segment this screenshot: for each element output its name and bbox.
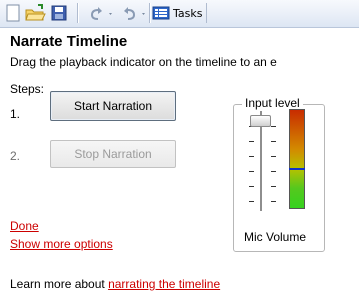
learn-more-prefix: Learn more about: [10, 277, 109, 291]
input-level-indicator: [289, 167, 305, 170]
step-2-number: 2.: [10, 149, 21, 163]
steps-label: Steps:: [10, 82, 45, 96]
redo-icon[interactable]: [118, 2, 150, 24]
slider-tick: [271, 141, 276, 142]
undo-icon[interactable]: [84, 2, 116, 24]
slider-tick: [249, 171, 254, 172]
start-narration-button[interactable]: Start Narration: [50, 91, 176, 121]
tasks-tab[interactable]: Tasks: [152, 2, 359, 24]
input-level-title: Input level: [242, 96, 303, 110]
stop-narration-button: Stop Narration: [50, 140, 176, 168]
slider-tick: [271, 186, 276, 187]
slider-tick: [271, 201, 276, 202]
toolbar-separator: [77, 3, 79, 23]
mic-volume-label: Mic Volume: [244, 230, 307, 244]
save-icon[interactable]: [48, 2, 70, 24]
tasks-icon: [152, 6, 170, 20]
slider-tick: [271, 171, 276, 172]
narrating-timeline-link[interactable]: narrating the timeline: [108, 277, 220, 291]
slider-tick: [249, 186, 254, 187]
open-folder-icon[interactable]: [24, 2, 46, 24]
toolbar-separator: [206, 3, 208, 23]
toolbar-separator: [149, 3, 151, 23]
slider-tick: [271, 156, 276, 157]
slider-tick: [271, 126, 276, 127]
step-1-number: 1.: [10, 107, 21, 121]
show-more-options-link[interactable]: Show more options: [10, 237, 113, 251]
start-narration-label: Start Narration: [73, 99, 153, 113]
slider-tick: [249, 201, 254, 202]
stop-narration-label: Stop Narration: [74, 147, 152, 161]
page-title: Narrate Timeline: [10, 33, 128, 50]
mic-volume-slider-thumb[interactable]: [250, 115, 271, 128]
slider-tick: [249, 141, 254, 142]
toolbar: Tasks: [0, 0, 359, 28]
input-level-meter: [289, 109, 305, 209]
tasks-label: Tasks: [173, 6, 203, 20]
done-link[interactable]: Done: [10, 219, 39, 233]
new-document-icon[interactable]: [2, 2, 22, 24]
slider-tick: [249, 156, 254, 157]
learn-more-text: Learn more about narrating the timeline: [10, 277, 220, 291]
instruction-text: Drag the playback indicator on the timel…: [10, 55, 277, 69]
